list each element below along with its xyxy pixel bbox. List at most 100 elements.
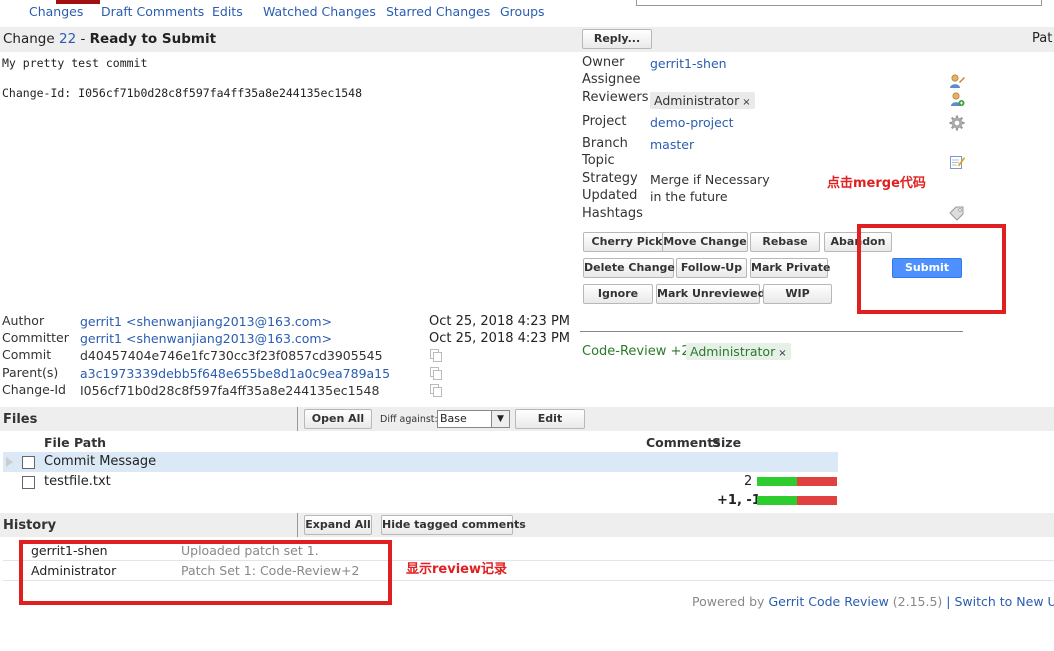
edit-icon[interactable]	[949, 154, 965, 170]
remove-reviewer-icon[interactable]: ×	[742, 97, 750, 108]
vote-label: Code-Review	[582, 344, 667, 359]
total-size-bar	[757, 496, 837, 505]
owner-link[interactable]: gerrit1-shen	[650, 56, 727, 71]
added-lines-bar	[757, 496, 797, 505]
file-reviewed-checkbox[interactable]	[22, 456, 35, 469]
annotation-box-submit	[857, 224, 1006, 314]
author-link[interactable]: gerrit1 <shenwanjiang2013@163.com>	[80, 314, 332, 329]
patch-sets-label[interactable]: Pat	[1032, 31, 1052, 46]
footer-separator: |	[946, 594, 951, 609]
title-separator: -	[80, 31, 86, 47]
commit-label: Commit	[2, 347, 52, 362]
move-change-button[interactable]: Move Change	[662, 232, 748, 252]
switch-ui-link[interactable]: Switch to New UI	[954, 594, 1054, 609]
footer-product-link[interactable]: Gerrit Code Review	[768, 594, 888, 609]
copy-icon[interactable]	[430, 384, 442, 397]
nav-watched-changes[interactable]: Watched Changes	[263, 4, 376, 19]
copy-icon[interactable]	[430, 349, 442, 362]
page-title: Change 22 - Ready to Submit	[3, 31, 216, 47]
nav-draft-comments[interactable]: Draft Comments	[101, 4, 204, 19]
divider	[580, 331, 963, 332]
change-number-link[interactable]: 22	[59, 31, 76, 47]
column-file-path: File Path	[44, 435, 107, 450]
mark-private-button[interactable]: Mark Private	[750, 258, 831, 278]
change-prefix: Change	[3, 31, 55, 47]
vote-summary: Code-Review +2	[582, 344, 690, 359]
top-nav: Changes Draft Comments Edits Watched Cha…	[0, 0, 1054, 24]
commit-message: My pretty test commit Change-Id: I056cf7…	[2, 56, 363, 100]
removed-lines-bar	[797, 496, 837, 505]
change-status: Ready to Submit	[89, 31, 217, 47]
add-person-icon[interactable]	[949, 91, 965, 107]
open-all-button[interactable]: Open All	[304, 409, 372, 429]
author-date: Oct 25, 2018 4:23 PM	[429, 314, 571, 329]
hashtags-label: Hashtags	[582, 206, 643, 221]
ignore-button[interactable]: Ignore	[583, 284, 653, 304]
strategy-label: Strategy	[582, 171, 638, 186]
nav-changes[interactable]: Changes	[29, 4, 83, 19]
mark-unreviewed-button[interactable]: Mark Unreviewed	[656, 284, 766, 304]
file-size: 2	[744, 474, 753, 489]
rebase-button[interactable]: Rebase	[750, 232, 820, 252]
history-title: History	[3, 518, 57, 533]
total-size: +1, -1	[717, 493, 761, 508]
footer-version: (2.15.5)	[892, 594, 943, 609]
updated-value: in the future	[650, 189, 728, 204]
tag-icon[interactable]	[949, 206, 965, 222]
author-label: Author	[2, 313, 45, 328]
nav-groups[interactable]: Groups	[500, 4, 545, 19]
committer-link[interactable]: gerrit1 <shenwanjiang2013@163.com>	[80, 331, 332, 346]
hide-tagged-comments-button[interactable]: Hide tagged comments	[381, 515, 526, 535]
added-lines-bar	[757, 477, 797, 486]
vote-user-chip: Administrator ×	[686, 343, 791, 360]
expand-all-button[interactable]: Expand All	[304, 515, 372, 535]
assignee-label: Assignee	[582, 72, 641, 87]
reviewer-chip: Administrator ×	[650, 92, 755, 109]
annotation-review: 显示review记录	[406, 562, 507, 577]
project-label: Project	[582, 114, 627, 129]
reviewer-name: Administrator	[654, 93, 740, 108]
changeid-value: I056cf71b0d28c8f597fa4ff35a8e244135ec154…	[80, 383, 380, 398]
column-comments: Comments	[646, 435, 721, 450]
reviewers-label: Reviewers	[582, 90, 649, 105]
divider	[297, 407, 298, 431]
nav-edits[interactable]: Edits	[212, 4, 243, 19]
footer-powered-by: Powered by	[692, 594, 765, 609]
changeid-label: Change-Id	[2, 382, 66, 397]
expand-triangle-icon[interactable]	[6, 457, 13, 467]
edit-button[interactable]: Edit	[515, 409, 585, 429]
file-name[interactable]: testfile.txt	[44, 474, 111, 489]
removed-lines-bar	[797, 477, 837, 486]
owner-label: Owner	[582, 55, 625, 70]
edit-person-icon[interactable]	[949, 73, 965, 89]
diff-against-label: Diff against:	[380, 414, 438, 425]
annotation-merge: 点击merge代码	[827, 176, 926, 191]
parent-link[interactable]: a3c1973339debb5f648e655be8d1a0c9ea789a15	[80, 366, 390, 381]
reply-button[interactable]: Reply...	[582, 29, 652, 49]
search-input[interactable]	[636, 0, 1042, 6]
parent-label: Parent(s)	[2, 365, 59, 380]
file-name[interactable]: Commit Message	[44, 454, 156, 469]
copy-icon[interactable]	[430, 367, 442, 380]
gear-icon[interactable]	[949, 115, 965, 131]
diff-size-bar	[757, 477, 837, 486]
delete-change-button[interactable]: Delete Change	[583, 258, 675, 278]
file-row[interactable]: testfile.txt 2	[3, 472, 838, 492]
branch-link[interactable]: master	[650, 137, 694, 152]
nav-starred-changes[interactable]: Starred Changes	[386, 4, 490, 19]
strategy-value: Merge if Necessary	[650, 172, 770, 187]
wip-button[interactable]: WIP	[763, 284, 832, 304]
committer-date: Oct 25, 2018 4:23 PM	[429, 331, 571, 346]
project-link[interactable]: demo-project	[650, 115, 734, 130]
files-title: Files	[3, 412, 38, 427]
commit-hash: d40457404e746e1fc730cc3f23f0857cd3905545	[80, 348, 383, 363]
file-row[interactable]: Commit Message	[3, 452, 838, 472]
footer: Powered by Gerrit Code Review (2.15.5) |…	[692, 594, 1054, 609]
file-reviewed-checkbox[interactable]	[22, 476, 35, 489]
topic-label: Topic	[582, 153, 615, 168]
remove-vote-icon[interactable]: ×	[778, 348, 786, 359]
cherry-pick-button[interactable]: Cherry Pick	[583, 232, 671, 252]
follow-up-button[interactable]: Follow-Up	[676, 258, 747, 278]
diff-against-select[interactable]: Base ▼	[437, 410, 510, 428]
diff-against-value: Base	[440, 412, 467, 425]
